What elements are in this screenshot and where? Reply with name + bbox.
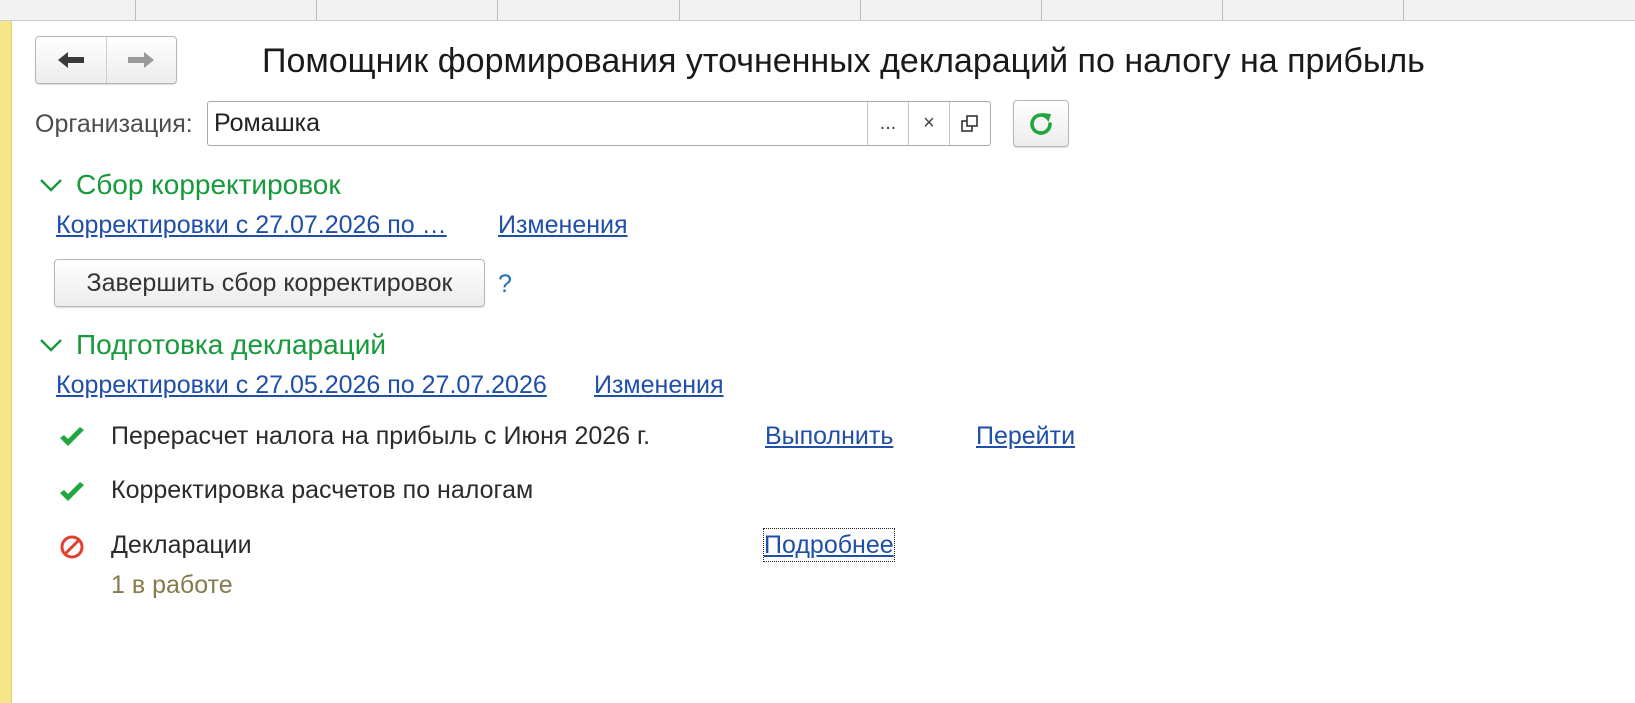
collect-changes-link[interactable]: Изменения xyxy=(498,209,628,241)
task-recalc-text: Перерасчет налога на прибыль с Июня 2026… xyxy=(111,422,651,450)
tab-3[interactable] xyxy=(317,0,498,20)
open-in-window-icon xyxy=(961,114,978,132)
navigation-buttons xyxy=(35,36,177,84)
task-declarations-text: Декларации xyxy=(111,531,252,559)
task-adjust-text: Корректировка расчетов по налогам xyxy=(111,476,534,504)
arrow-right-icon xyxy=(128,52,155,68)
prepare-changes-link[interactable]: Изменения xyxy=(594,369,724,401)
page-title: Помощник формирования уточненных деклара… xyxy=(262,42,1425,80)
task-recalc-goto-link[interactable]: Перейти xyxy=(976,420,1075,452)
tab-8[interactable] xyxy=(1223,0,1404,20)
blocked-icon xyxy=(60,535,84,559)
task-recalc-execute-link[interactable]: Выполнить xyxy=(765,420,893,452)
chevron-down-icon xyxy=(40,179,62,192)
refresh-icon xyxy=(1030,112,1052,135)
task-declarations-status: 1 в работе xyxy=(111,571,233,599)
tab-2[interactable] xyxy=(136,0,317,20)
tab-4[interactable] xyxy=(498,0,680,20)
finish-collect-button[interactable]: Завершить сбор корректировок xyxy=(54,259,485,307)
checkmark-icon xyxy=(60,427,84,446)
select-button[interactable]: ... xyxy=(867,102,908,145)
tab-1[interactable] xyxy=(0,0,136,20)
tab-5[interactable] xyxy=(680,0,861,20)
tab-7[interactable] xyxy=(1042,0,1223,20)
organization-label: Организация: xyxy=(35,110,193,138)
help-button[interactable]: ? xyxy=(498,268,512,300)
back-button[interactable] xyxy=(36,37,106,83)
checkmark-icon xyxy=(60,482,84,501)
prepare-period-link[interactable]: Корректировки с 27.05.2026 по 27.07.2026 xyxy=(56,369,547,401)
organization-field[interactable]: Ромашка ... × xyxy=(207,101,991,146)
refresh-button[interactable] xyxy=(1013,100,1069,147)
chevron-down-icon xyxy=(40,339,62,352)
section-collect-header[interactable]: Сбор корректировок xyxy=(38,167,341,203)
top-tab-strip xyxy=(0,0,1635,21)
section-prepare-title: Подготовка деклараций xyxy=(76,329,386,360)
arrow-left-icon xyxy=(57,52,84,68)
forward-button[interactable] xyxy=(105,37,177,83)
organization-input[interactable]: Ромашка xyxy=(208,102,867,145)
left-edge-stripe xyxy=(0,0,12,703)
section-prepare-header[interactable]: Подготовка деклараций xyxy=(38,327,386,363)
task-declarations-details-link[interactable]: Подробнее xyxy=(763,528,895,562)
clear-button[interactable]: × xyxy=(908,102,949,145)
collect-period-link[interactable]: Корректировки с 27.07.2026 по … xyxy=(56,209,447,241)
tab-6[interactable] xyxy=(861,0,1042,20)
section-collect-title: Сбор корректировок xyxy=(76,169,341,200)
open-button[interactable] xyxy=(949,102,990,145)
